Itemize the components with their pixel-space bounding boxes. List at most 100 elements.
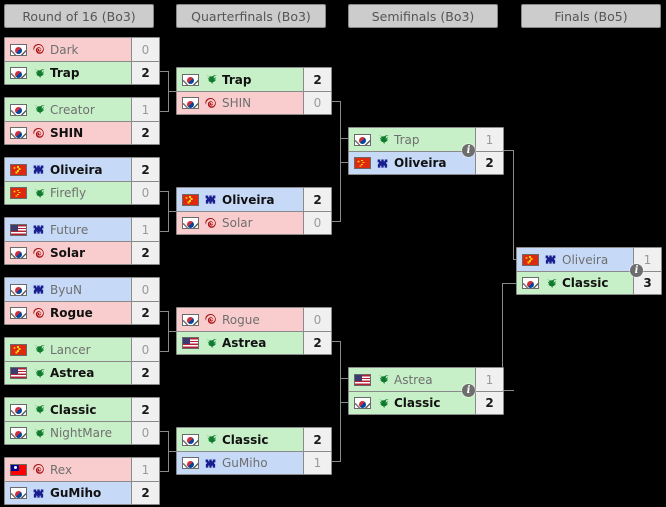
match-row[interactable]: GuMiho 1 (177, 451, 331, 474)
player-score: 0 (131, 278, 159, 301)
match-row[interactable]: Dark 0 (5, 38, 159, 61)
player-name: NightMare (50, 426, 112, 440)
connector (168, 451, 176, 452)
flag-cn-icon (354, 157, 371, 169)
zerg-icon (31, 126, 45, 140)
player-score: 2 (475, 392, 503, 414)
match-qf-4[interactable]: Classic 2 GuMiho 1 (176, 427, 332, 475)
protoss-icon (31, 66, 45, 80)
player-score: 2 (131, 242, 159, 264)
match-sf-2[interactable]: Astrea 1 Classic 2 (348, 367, 504, 415)
match-r16-6[interactable]: Lancer 0 Astrea 2 (4, 337, 160, 385)
player-score: 2 (131, 482, 159, 504)
zerg-icon (31, 463, 45, 477)
match-row[interactable]: Classic 2 (5, 398, 159, 421)
round-header-semifinals: Semifinals (Bo3) (348, 4, 498, 28)
flag-kr-icon (182, 313, 199, 326)
match-row[interactable]: ByuN 0 (5, 278, 159, 301)
flag-cn-icon (10, 343, 27, 356)
match-r16-8[interactable]: Rex 1 GuMiho 2 (4, 457, 160, 505)
match-row[interactable]: GuMiho 2 (5, 481, 159, 504)
player-score: 1 (475, 128, 503, 151)
flag-kr-icon (522, 277, 539, 289)
match-r16-5[interactable]: ByuN 0 Rogue 2 (4, 277, 160, 325)
protoss-icon (203, 433, 217, 447)
player-name: Solar (50, 246, 86, 260)
match-row[interactable]: Astrea 2 (5, 361, 159, 384)
match-r16-2[interactable]: Creator 1 SHIN 2 (4, 97, 160, 145)
terran-icon (31, 223, 45, 237)
match-row[interactable]: Oliveira 2 (177, 188, 331, 211)
flag-kr-icon (182, 457, 199, 469)
protoss-icon (543, 276, 557, 290)
match-r16-3[interactable]: Oliveira 2 Firefly 0 (4, 157, 160, 205)
match-row[interactable]: Solar 2 (5, 241, 159, 264)
player-score: 2 (303, 68, 331, 91)
flag-kr-icon (10, 487, 27, 499)
match-row[interactable]: Trap 2 (177, 68, 331, 91)
flag-tw-icon (10, 463, 27, 476)
protoss-icon (31, 343, 45, 357)
match-info-icon[interactable]: i (462, 384, 475, 397)
terran-icon (203, 193, 217, 207)
match-info-icon[interactable]: i (630, 264, 643, 277)
zerg-icon (203, 216, 217, 230)
match-row[interactable]: Astrea 2 (177, 331, 331, 354)
flag-cn-icon (522, 253, 539, 266)
match-row[interactable]: SHIN 0 (177, 91, 331, 114)
match-qf-2[interactable]: Oliveira 2 Solar 0 (176, 187, 332, 235)
match-row[interactable]: Rogue 0 (177, 308, 331, 331)
player-name: Astrea (394, 372, 433, 387)
connector (168, 331, 176, 332)
flag-cn-icon (182, 193, 199, 206)
match-row[interactable]: Astrea 1 (349, 368, 503, 391)
match-sf-1[interactable]: Trap 1 Oliveira 2 (348, 127, 504, 175)
match-row[interactable]: Rogue 2 (5, 301, 159, 324)
match-qf-3[interactable]: Rogue 0 Astrea 2 (176, 307, 332, 355)
flag-kr-icon (10, 403, 27, 416)
player-score: 1 (475, 368, 503, 391)
player-score: 2 (131, 122, 159, 144)
match-row[interactable]: Trap 2 (5, 61, 159, 84)
player-name: GuMiho (222, 456, 268, 470)
round-header-round-of-16: Round of 16 (Bo3) (4, 4, 154, 28)
terran-icon (31, 486, 45, 500)
protoss-icon (375, 373, 389, 387)
match-row[interactable]: Oliveira 2 (5, 158, 159, 181)
player-score: 2 (303, 428, 331, 451)
player-score: 0 (303, 92, 331, 114)
match-row[interactable]: Oliveira 2 (349, 151, 503, 174)
match-row[interactable]: SHIN 2 (5, 121, 159, 144)
match-row[interactable]: Classic 2 (349, 391, 503, 414)
player-score: 0 (131, 422, 159, 444)
match-info-icon[interactable]: i (462, 144, 475, 157)
match-row[interactable]: Trap 1 (349, 128, 503, 151)
match-row[interactable]: Lancer 0 (5, 338, 159, 361)
match-row[interactable]: Classic 2 (177, 428, 331, 451)
player-score: 2 (303, 188, 331, 211)
match-row[interactable]: Firefly 0 (5, 181, 159, 204)
player-name: ByuN (50, 282, 82, 297)
match-row[interactable]: Creator 1 (5, 98, 159, 121)
round-header-quarterfinals: Quarterfinals (Bo3) (176, 4, 326, 28)
connector (340, 138, 348, 139)
match-r16-7[interactable]: Classic 2 NightMare 0 (4, 397, 160, 445)
flag-kr-icon (10, 307, 27, 319)
match-r16-4[interactable]: Future 1 Solar 2 (4, 217, 160, 265)
player-name: Solar (222, 216, 253, 230)
player-score: 1 (131, 218, 159, 241)
zerg-icon (203, 96, 217, 110)
match-r16-1[interactable]: Dark 0 Trap 2 (4, 37, 160, 85)
match-row[interactable]: Rex 1 (5, 458, 159, 481)
player-score: 1 (131, 458, 159, 481)
player-score: 2 (303, 332, 331, 354)
player-score: 1 (303, 452, 331, 474)
player-name: GuMiho (50, 486, 102, 500)
terran-icon (203, 456, 217, 470)
player-name: Firefly (50, 186, 87, 200)
match-row[interactable]: Future 1 (5, 218, 159, 241)
match-row[interactable]: NightMare 0 (5, 421, 159, 444)
match-qf-1[interactable]: Trap 2 SHIN 0 (176, 67, 332, 115)
player-name: Rogue (50, 306, 93, 320)
match-row[interactable]: Solar 0 (177, 211, 331, 234)
